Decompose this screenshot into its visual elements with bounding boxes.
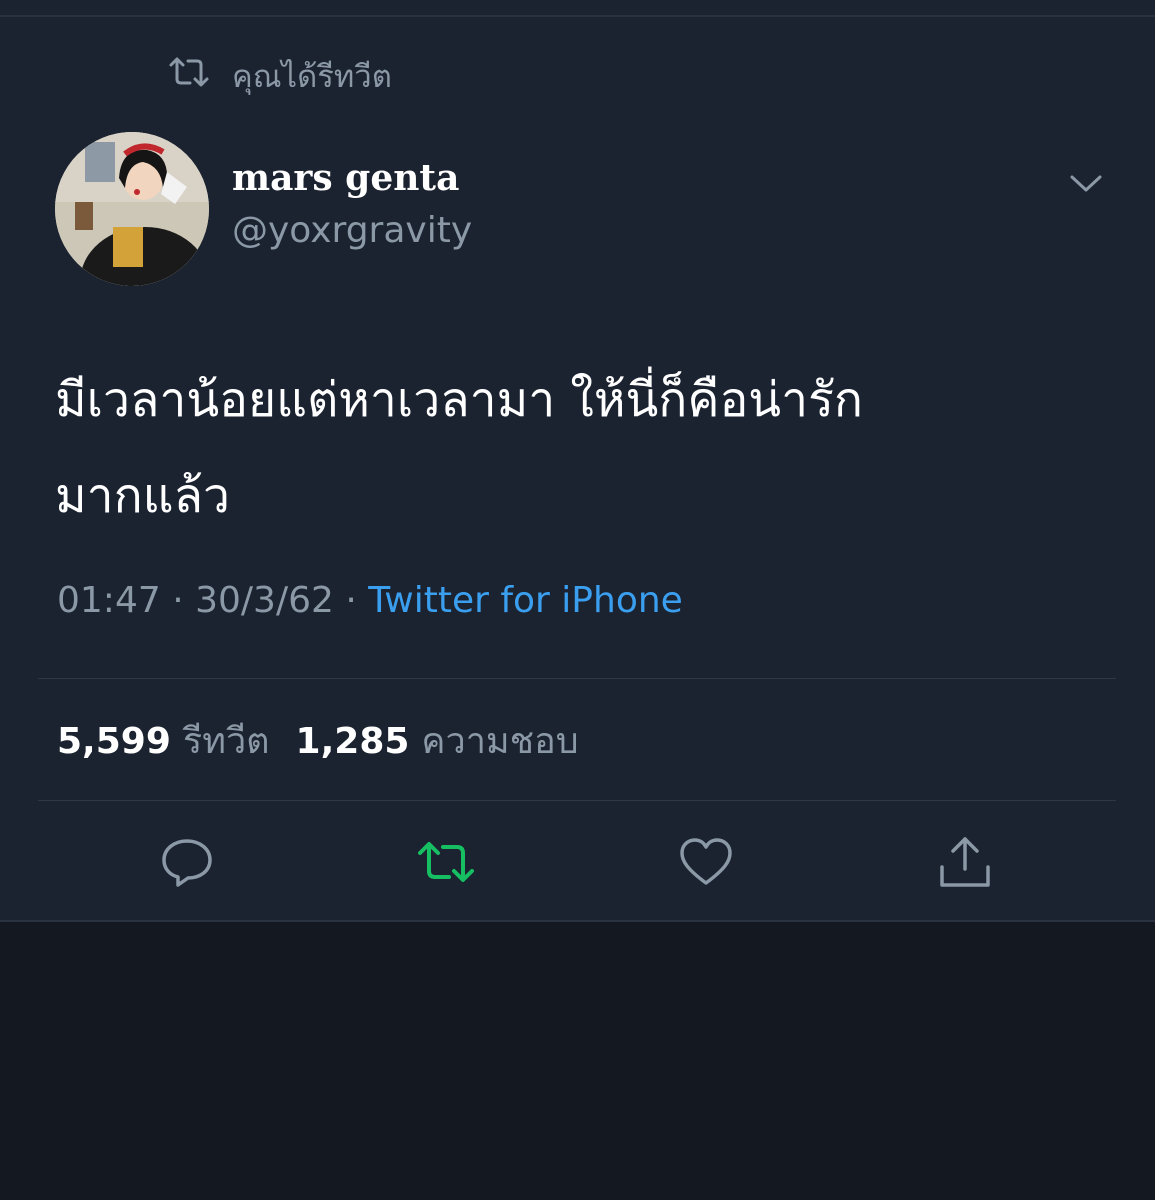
retweets-count[interactable]: 5,599	[57, 721, 171, 762]
avatar[interactable]	[55, 132, 209, 286]
divider	[38, 678, 1116, 679]
share-button[interactable]	[935, 832, 995, 892]
meta-separator: ·	[345, 580, 357, 621]
like-button[interactable]	[676, 832, 736, 892]
tweet-card: คุณได้รีทวีต mars genta @yoxrgravity มีเ…	[0, 0, 1155, 922]
tweet-date: 30/3/62	[195, 580, 334, 621]
retweet-context-icon	[168, 53, 210, 99]
retweet-context-label: คุณได้รีทวีต	[232, 59, 392, 95]
author-handle[interactable]: @yoxrgravity	[232, 210, 472, 251]
retweet-button[interactable]	[416, 832, 476, 892]
tweet-text-line-1: มีเวลาน้อยแต่หาเวลามา ให้นี่ก็คือน่ารัก	[55, 372, 863, 428]
reply-icon	[162, 839, 212, 887]
tweet-time: 01:47	[57, 580, 161, 621]
tweet-text-line-2: มากแล้ว	[55, 468, 230, 524]
top-divider	[0, 15, 1155, 17]
heart-icon	[680, 838, 732, 885]
likes-label[interactable]: ความชอบ	[421, 712, 578, 769]
author-name[interactable]: mars genta	[232, 157, 459, 199]
tweet-meta: 01:47 · 30/3/62 · Twitter for iPhone	[57, 580, 683, 621]
reply-button[interactable]	[157, 832, 217, 892]
divider	[38, 800, 1116, 801]
retweet-context: คุณได้รีทวีต	[168, 52, 392, 100]
chevron-down-icon[interactable]	[1068, 168, 1104, 198]
tweet-text: มีเวลาน้อยแต่หาเวลามา ให้นี่ก็คือน่ารัก …	[55, 352, 1085, 544]
retweets-label[interactable]: รีทวีต	[183, 712, 270, 769]
retweet-icon	[418, 842, 474, 882]
meta-separator: ·	[172, 580, 184, 621]
likes-count[interactable]: 1,285	[296, 721, 410, 762]
tweet-stats: 5,599 รีทวีต 1,285 ความชอบ	[57, 712, 579, 769]
tweet-source-link[interactable]: Twitter for iPhone	[368, 580, 683, 621]
share-icon	[940, 837, 990, 887]
